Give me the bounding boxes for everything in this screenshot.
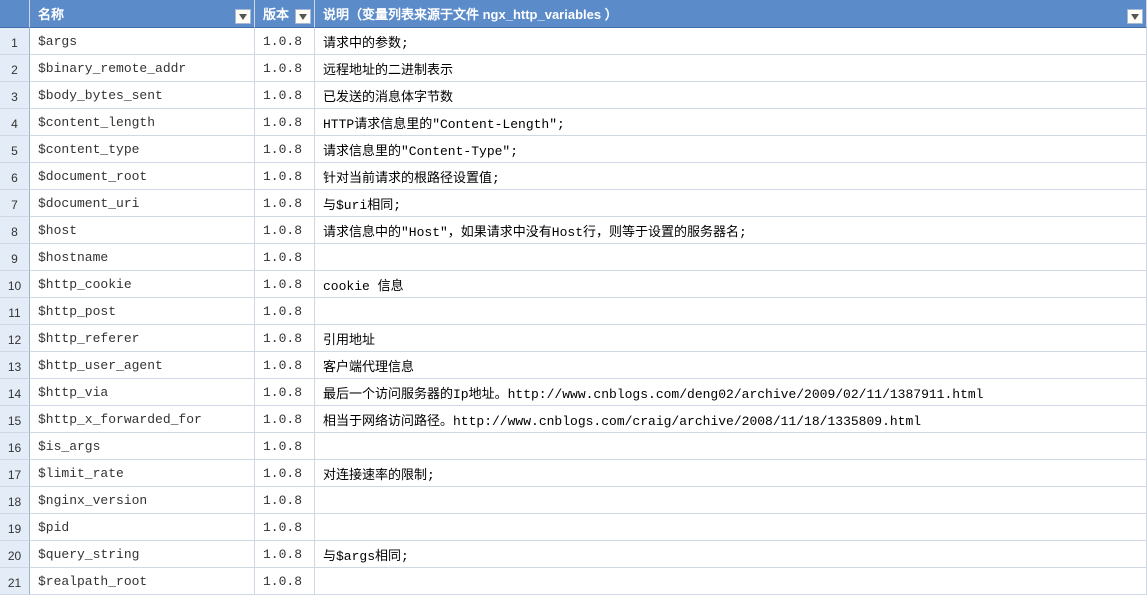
cell-description[interactable]	[315, 433, 1147, 460]
cell-name[interactable]: $args	[30, 28, 255, 55]
row-number[interactable]: 12	[0, 325, 30, 352]
column-header-name[interactable]: 名称	[30, 0, 255, 28]
cell-description[interactable]	[315, 514, 1147, 541]
column-header-description-label: 说明（变量列表来源于文件 ngx_http_variables ）	[323, 4, 618, 23]
cell-version[interactable]: 1.0.8	[255, 298, 315, 325]
row-number[interactable]: 8	[0, 217, 30, 244]
cell-description[interactable]	[315, 487, 1147, 514]
row-number[interactable]: 19	[0, 514, 30, 541]
header-corner	[0, 0, 30, 28]
cell-description[interactable]	[315, 568, 1147, 595]
row-number[interactable]: 3	[0, 82, 30, 109]
cell-description[interactable]	[315, 298, 1147, 325]
row-number[interactable]: 15	[0, 406, 30, 433]
cell-version[interactable]: 1.0.8	[255, 55, 315, 82]
cell-version[interactable]: 1.0.8	[255, 379, 315, 406]
cell-version[interactable]: 1.0.8	[255, 136, 315, 163]
cell-version[interactable]: 1.0.8	[255, 325, 315, 352]
cell-version[interactable]: 1.0.8	[255, 271, 315, 298]
row-number[interactable]: 2	[0, 55, 30, 82]
row-number[interactable]: 21	[0, 568, 30, 595]
cell-version[interactable]: 1.0.8	[255, 28, 315, 55]
cell-version[interactable]: 1.0.8	[255, 568, 315, 595]
cell-name[interactable]: $nginx_version	[30, 487, 255, 514]
cell-version[interactable]: 1.0.8	[255, 487, 315, 514]
cell-description[interactable]: 最后一个访问服务器的Ip地址。http://www.cnblogs.com/de…	[315, 379, 1147, 406]
cell-description[interactable]: 客户端代理信息	[315, 352, 1147, 379]
cell-version[interactable]: 1.0.8	[255, 541, 315, 568]
cell-name[interactable]: $limit_rate	[30, 460, 255, 487]
cell-name[interactable]: $content_length	[30, 109, 255, 136]
cell-version[interactable]: 1.0.8	[255, 82, 315, 109]
cell-description[interactable]: 远程地址的二进制表示	[315, 55, 1147, 82]
spreadsheet-table: 名称 版本 说明（变量列表来源于文件 ngx_http_variables ） …	[0, 0, 1147, 595]
cell-description[interactable]: 请求信息中的"Host"，如果请求中没有Host行，则等于设置的服务器名;	[315, 217, 1147, 244]
row-number[interactable]: 18	[0, 487, 30, 514]
cell-name[interactable]: $pid	[30, 514, 255, 541]
row-number[interactable]: 6	[0, 163, 30, 190]
cell-description[interactable]: 已发送的消息体字节数	[315, 82, 1147, 109]
cell-name[interactable]: $http_referer	[30, 325, 255, 352]
row-number[interactable]: 5	[0, 136, 30, 163]
column-header-version-label: 版本	[263, 4, 289, 23]
cell-version[interactable]: 1.0.8	[255, 244, 315, 271]
row-number[interactable]: 7	[0, 190, 30, 217]
cell-version[interactable]: 1.0.8	[255, 460, 315, 487]
cell-description[interactable]: cookie 信息	[315, 271, 1147, 298]
cell-version[interactable]: 1.0.8	[255, 352, 315, 379]
cell-name[interactable]: $http_x_forwarded_for	[30, 406, 255, 433]
cell-version[interactable]: 1.0.8	[255, 433, 315, 460]
column-header-version[interactable]: 版本	[255, 0, 315, 28]
cell-description[interactable]: 与$args相同;	[315, 541, 1147, 568]
row-number[interactable]: 13	[0, 352, 30, 379]
cell-description[interactable]: 引用地址	[315, 325, 1147, 352]
column-header-name-label: 名称	[38, 4, 64, 23]
cell-name[interactable]: $http_user_agent	[30, 352, 255, 379]
cell-description[interactable]: 请求中的参数;	[315, 28, 1147, 55]
cell-description[interactable]: 与$uri相同;	[315, 190, 1147, 217]
filter-dropdown-icon[interactable]	[1127, 9, 1143, 24]
row-number[interactable]: 1	[0, 28, 30, 55]
cell-name[interactable]: $query_string	[30, 541, 255, 568]
cell-description[interactable]: 请求信息里的"Content-Type";	[315, 136, 1147, 163]
cell-description[interactable]: HTTP请求信息里的"Content-Length";	[315, 109, 1147, 136]
cell-version[interactable]: 1.0.8	[255, 163, 315, 190]
cell-name[interactable]: $http_via	[30, 379, 255, 406]
cell-name[interactable]: $binary_remote_addr	[30, 55, 255, 82]
cell-description[interactable]	[315, 244, 1147, 271]
cell-name[interactable]: $http_post	[30, 298, 255, 325]
cell-name[interactable]: $host	[30, 217, 255, 244]
cell-version[interactable]: 1.0.8	[255, 109, 315, 136]
cell-version[interactable]: 1.0.8	[255, 217, 315, 244]
cell-name[interactable]: $realpath_root	[30, 568, 255, 595]
cell-name[interactable]: $is_args	[30, 433, 255, 460]
cell-name[interactable]: $body_bytes_sent	[30, 82, 255, 109]
row-number[interactable]: 4	[0, 109, 30, 136]
filter-dropdown-icon[interactable]	[295, 9, 311, 24]
row-number[interactable]: 14	[0, 379, 30, 406]
column-header-description[interactable]: 说明（变量列表来源于文件 ngx_http_variables ）	[315, 0, 1147, 28]
cell-name[interactable]: $content_type	[30, 136, 255, 163]
row-number[interactable]: 16	[0, 433, 30, 460]
row-number[interactable]: 11	[0, 298, 30, 325]
row-number[interactable]: 10	[0, 271, 30, 298]
cell-version[interactable]: 1.0.8	[255, 190, 315, 217]
cell-name[interactable]: $hostname	[30, 244, 255, 271]
cell-description[interactable]: 针对当前请求的根路径设置值;	[315, 163, 1147, 190]
row-number[interactable]: 20	[0, 541, 30, 568]
cell-name[interactable]: $document_uri	[30, 190, 255, 217]
cell-version[interactable]: 1.0.8	[255, 514, 315, 541]
row-number[interactable]: 9	[0, 244, 30, 271]
cell-description[interactable]: 对连接速率的限制;	[315, 460, 1147, 487]
filter-dropdown-icon[interactable]	[235, 9, 251, 24]
cell-name[interactable]: $http_cookie	[30, 271, 255, 298]
cell-name[interactable]: $document_root	[30, 163, 255, 190]
cell-version[interactable]: 1.0.8	[255, 406, 315, 433]
cell-description[interactable]: 相当于网络访问路径。http://www.cnblogs.com/craig/a…	[315, 406, 1147, 433]
row-number[interactable]: 17	[0, 460, 30, 487]
